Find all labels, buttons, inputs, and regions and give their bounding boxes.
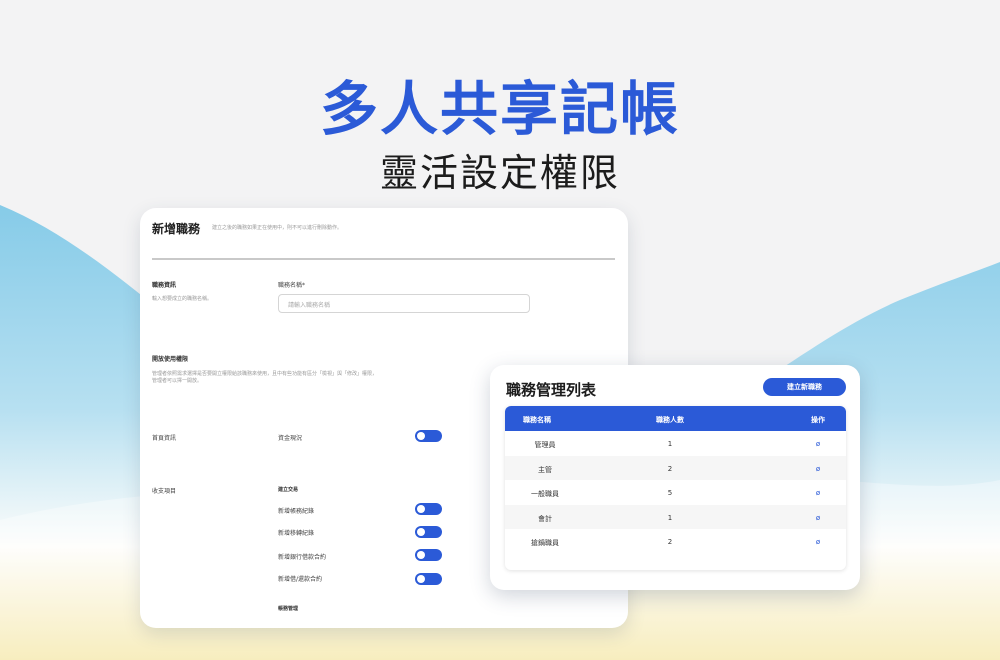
- role-list-card: 職務管理列表 建立新職務 職務名稱 職務人數 操作 管理員 1 ø 主管 2 ø…: [490, 365, 860, 590]
- perm-item-label: 新增移轉紀錄: [278, 530, 315, 537]
- perm-item-label: 新增銀行借款合約: [278, 554, 327, 561]
- role-name-cell: 會計: [538, 514, 552, 523]
- section-role-info: 職務資訊: [152, 282, 177, 289]
- headline: 多人共享記帳: [319, 75, 680, 143]
- section-permissions-hint-2: 管理者可以擇一開放。: [152, 378, 203, 384]
- perm-item-toggle[interactable]: [415, 526, 442, 538]
- role-name-cell: 管理員: [534, 441, 556, 449]
- perm-item-toggle[interactable]: [415, 503, 442, 515]
- column-header-role-name: 職務名稱: [523, 416, 551, 424]
- edit-icon[interactable]: ø: [803, 465, 833, 473]
- form-title-hint: 建立之後的職務如果正在使用中，則不可以進行刪除動作。: [212, 225, 343, 231]
- role-name-label: 職務名稱*: [278, 282, 306, 289]
- role-list-title: 職務管理列表: [506, 381, 597, 399]
- role-count-cell: 2: [667, 538, 673, 546]
- income-expense-label: 收支項目: [152, 488, 177, 495]
- subline: 靈活設定權限: [379, 151, 620, 195]
- role-count-cell: 1: [667, 513, 673, 522]
- column-header-actions: 操作: [811, 416, 825, 424]
- table-row: 搶鍋職員 2 ø: [505, 529, 846, 554]
- perm-item-label: 新增借/還款合約: [278, 576, 323, 583]
- table-row: 管理員 1 ø: [505, 431, 846, 456]
- role-count-cell: 2: [667, 464, 673, 473]
- account-management-group: 帳務管理: [278, 606, 299, 612]
- column-header-role-count: 職務人數: [656, 416, 684, 424]
- role-count-cell: 5: [667, 489, 673, 497]
- role-table: 職務名稱 職務人數 操作 管理員 1 ø 主管 2 ø 一般職員 5 ø 會計 …: [505, 406, 846, 570]
- role-name-cell: 一般職員: [531, 490, 559, 498]
- table-row: 會計 1 ø: [505, 504, 846, 529]
- edit-icon[interactable]: ø: [803, 440, 833, 448]
- role-name-cell: 主管: [538, 465, 552, 474]
- form-title: 新增職務: [152, 222, 201, 236]
- table-row: 主管 2 ø: [505, 455, 846, 480]
- edit-icon[interactable]: ø: [803, 538, 833, 546]
- section-permissions-hint-1: 管理者依照需求選擇是否要開立權限給該職務來使用，且中有些功能有區分「檢視」與「修…: [152, 371, 378, 377]
- create-transaction-group: 建立交易: [278, 487, 299, 493]
- edit-icon[interactable]: ø: [803, 514, 833, 522]
- role-name-input[interactable]: 請輸入職務名稱: [278, 294, 530, 313]
- perm-item-toggle[interactable]: [415, 573, 442, 585]
- fund-status-toggle[interactable]: [415, 430, 442, 442]
- table-header: 職務名稱 職務人數 操作: [505, 406, 846, 431]
- form-divider: [152, 258, 615, 260]
- home-info-label: 首頁資訊: [152, 435, 177, 442]
- create-role-button[interactable]: 建立新職務: [763, 378, 846, 396]
- section-permissions: 開放使用權限: [152, 356, 189, 363]
- table-row: 一般職員 5 ø: [505, 480, 846, 505]
- fund-status-label: 資金現況: [278, 435, 303, 442]
- role-name-cell: 搶鍋職員: [531, 539, 559, 547]
- section-role-info-hint: 輸入想要成立的職務名稱。: [152, 296, 213, 302]
- perm-item-label: 新增帳務紀錄: [278, 508, 315, 515]
- edit-icon[interactable]: ø: [803, 489, 833, 497]
- role-count-cell: 1: [667, 440, 673, 448]
- perm-item-toggle[interactable]: [415, 549, 442, 561]
